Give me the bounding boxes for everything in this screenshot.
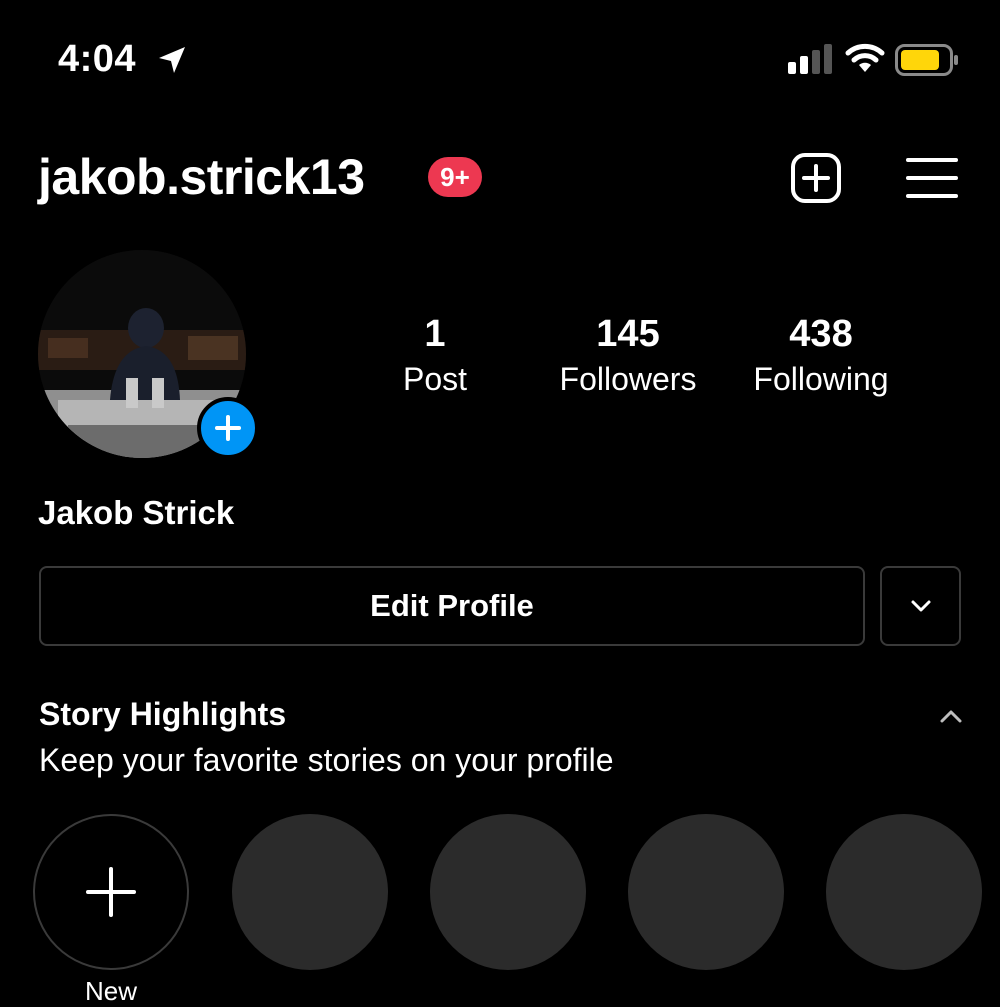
highlight-placeholder [826, 814, 982, 970]
suggested-accounts-button[interactable] [880, 566, 961, 646]
stat-following[interactable]: 438 Following [726, 312, 916, 402]
following-label: Following [753, 361, 889, 397]
profile-full-name: Jakob Strick [38, 494, 235, 531]
posts-label: Post [402, 361, 468, 397]
stat-followers[interactable]: 145 Followers [533, 312, 723, 402]
wifi-icon [845, 43, 885, 72]
followers-count: 145 [596, 313, 660, 355]
followers-label: Followers [559, 361, 697, 397]
plus-icon [86, 867, 136, 917]
story-highlights-title: Story Highlights [39, 696, 287, 732]
following-count: 438 [789, 313, 853, 355]
chevron-up-icon[interactable] [936, 702, 966, 730]
hamburger-menu-icon[interactable] [906, 156, 958, 200]
edit-profile-button[interactable]: Edit Profile [39, 566, 865, 646]
story-highlights-subtitle: Keep your favorite stories on your profi… [39, 742, 614, 778]
highlight-placeholder [628, 814, 784, 970]
status-time: 4:04 [58, 38, 137, 80]
stat-posts[interactable]: 1 Post [340, 312, 530, 402]
battery-icon [895, 44, 958, 76]
profile-username[interactable]: jakob.strick13 [38, 148, 365, 206]
add-post-icon[interactable] [790, 152, 842, 204]
cellular-signal-icon [788, 44, 832, 74]
highlight-placeholder [430, 814, 586, 970]
plus-icon [215, 415, 241, 441]
new-highlight-label: New [84, 976, 137, 1006]
chevron-down-icon [911, 600, 930, 612]
posts-count: 1 [424, 313, 446, 355]
location-arrow-icon [159, 47, 185, 73]
add-story-button[interactable] [197, 397, 259, 459]
notification-badge[interactable]: 9+ [428, 157, 482, 197]
new-highlight-button[interactable] [33, 814, 189, 970]
highlight-placeholder [232, 814, 388, 970]
